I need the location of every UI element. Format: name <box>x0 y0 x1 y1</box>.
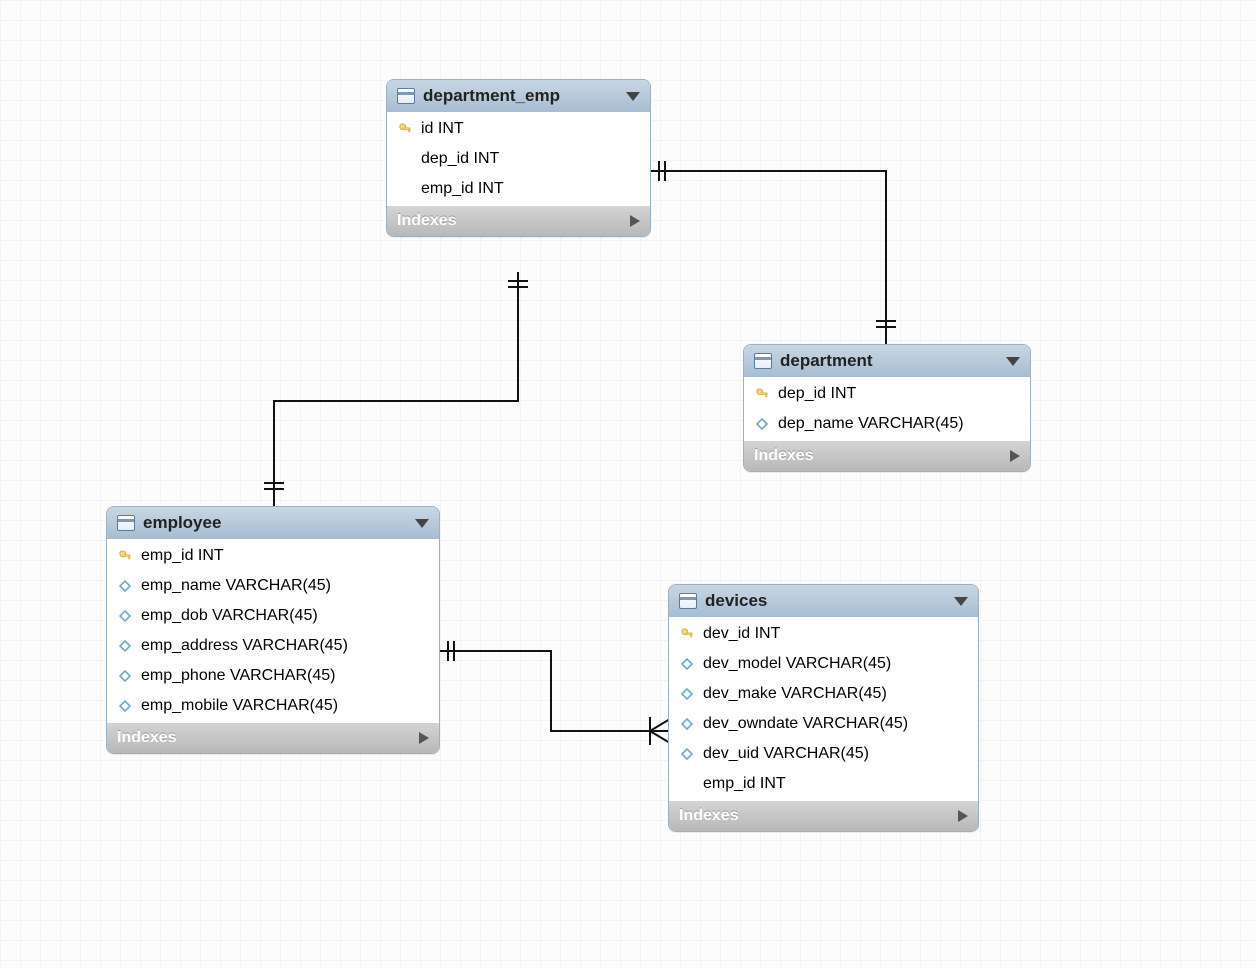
tick-employee-top <box>264 480 284 494</box>
column-icon <box>681 688 693 700</box>
indexes-section[interactable]: Indexes <box>107 723 439 753</box>
column-text: dep_id INT <box>421 149 499 169</box>
collapse-caret-icon[interactable] <box>415 519 429 528</box>
table-icon <box>117 515 135 531</box>
conn-emp-dev-v <box>550 650 552 730</box>
table-icon <box>754 353 772 369</box>
column-row[interactable]: emp_address VARCHAR(45) <box>107 631 439 661</box>
column-icon <box>756 418 768 430</box>
collapse-caret-icon[interactable] <box>1006 357 1020 366</box>
collapse-caret-icon[interactable] <box>626 92 640 101</box>
column-text: id INT <box>421 119 464 139</box>
column-text: dev_owndate VARCHAR(45) <box>703 714 908 734</box>
diagram-canvas[interactable]: department_empid INT dep_id INT emp_id INT… <box>0 0 1256 968</box>
entity-title: department <box>780 351 873 371</box>
column-icon <box>119 610 131 622</box>
indexes-section[interactable]: Indexes <box>669 801 978 831</box>
column-icon <box>119 580 131 592</box>
entity-title: employee <box>143 513 221 533</box>
indexes-section[interactable]: Indexes <box>744 441 1030 471</box>
expand-caret-icon[interactable] <box>419 732 429 744</box>
primary-key-icon <box>398 122 412 136</box>
column-row[interactable]: emp_id INT <box>107 541 439 571</box>
column-text: dev_model VARCHAR(45) <box>703 654 891 674</box>
entity-header[interactable]: department_emp <box>387 80 650 112</box>
column-row[interactable]: dep_name VARCHAR(45) <box>744 409 1030 439</box>
column-icon <box>681 658 693 670</box>
column-icon <box>681 718 693 730</box>
column-text: dev_id INT <box>703 624 780 644</box>
tick-depemp-right <box>656 161 670 181</box>
conn-depemp-employee-h <box>273 400 519 402</box>
table-icon <box>397 88 415 104</box>
column-row[interactable]: id INT <box>387 114 650 144</box>
column-icon <box>119 700 131 712</box>
column-row[interactable]: dep_id INT <box>387 144 650 174</box>
entity-header[interactable]: employee <box>107 507 439 539</box>
column-text: emp_id INT <box>141 546 224 566</box>
tick-depemp-bottom <box>508 278 528 292</box>
columns-list: id INT dep_id INT emp_id INT <box>387 112 650 206</box>
table-icon <box>679 593 697 609</box>
entity-department[interactable]: department dep_id INT dep_name VARCHAR(45)… <box>743 344 1031 472</box>
primary-key-icon <box>755 387 769 401</box>
column-text: dep_name VARCHAR(45) <box>778 414 964 434</box>
entity-header[interactable]: devices <box>669 585 978 617</box>
column-row[interactable]: dep_id INT <box>744 379 1030 409</box>
entity-title: devices <box>705 591 767 611</box>
entity-department-emp[interactable]: department_empid INT dep_id INT emp_id INT… <box>386 79 651 237</box>
columns-list: emp_id INT emp_name VARCHAR(45) emp_dob VA… <box>107 539 439 723</box>
primary-key-icon <box>118 549 132 563</box>
column-text: emp_name VARCHAR(45) <box>141 576 331 596</box>
column-text: dev_uid VARCHAR(45) <box>703 744 869 764</box>
tick-employee-right <box>445 641 459 661</box>
crowfoot-devices <box>646 717 670 745</box>
column-icon <box>119 640 131 652</box>
column-row[interactable]: emp_id INT <box>669 769 978 799</box>
column-text: dep_id INT <box>778 384 856 404</box>
column-icon <box>119 670 131 682</box>
column-row[interactable]: emp_name VARCHAR(45) <box>107 571 439 601</box>
entity-devices[interactable]: devicesdev_id INTdev_model VARCHAR(45)de… <box>668 584 979 832</box>
indexes-label: Indexes <box>679 807 739 825</box>
column-text: dev_make VARCHAR(45) <box>703 684 887 704</box>
entity-title: department_emp <box>423 86 560 106</box>
indexes-label: Indexes <box>397 212 457 230</box>
column-icon <box>681 748 693 760</box>
collapse-caret-icon[interactable] <box>954 597 968 606</box>
indexes-section[interactable]: Indexes <box>387 206 650 236</box>
conn-depemp-department <box>649 170 885 172</box>
column-text: emp_id INT <box>703 774 786 794</box>
column-row[interactable]: dev_owndate VARCHAR(45) <box>669 709 978 739</box>
column-row[interactable]: dev_model VARCHAR(45) <box>669 649 978 679</box>
columns-list: dep_id INT dep_name VARCHAR(45) <box>744 377 1030 441</box>
column-row[interactable]: dev_uid VARCHAR(45) <box>669 739 978 769</box>
indexes-label: Indexes <box>117 729 177 747</box>
column-text: emp_dob VARCHAR(45) <box>141 606 318 626</box>
column-text: emp_id INT <box>421 179 504 199</box>
column-row[interactable]: emp_dob VARCHAR(45) <box>107 601 439 631</box>
column-row[interactable]: emp_phone VARCHAR(45) <box>107 661 439 691</box>
column-text: emp_phone VARCHAR(45) <box>141 666 335 686</box>
column-row[interactable]: emp_id INT <box>387 174 650 204</box>
expand-caret-icon[interactable] <box>958 810 968 822</box>
primary-key-icon <box>680 627 694 641</box>
columns-list: dev_id INT dev_model VARCHAR(45) dev_make … <box>669 617 978 801</box>
indexes-label: Indexes <box>754 447 814 465</box>
expand-caret-icon[interactable] <box>630 215 640 227</box>
column-row[interactable]: dev_make VARCHAR(45) <box>669 679 978 709</box>
column-row[interactable]: emp_mobile VARCHAR(45) <box>107 691 439 721</box>
entity-employee[interactable]: employeeemp_id INTemp_name VARCHAR(45)em… <box>106 506 440 754</box>
column-text: emp_address VARCHAR(45) <box>141 636 348 656</box>
entity-header[interactable]: department <box>744 345 1030 377</box>
column-row[interactable]: dev_id INT <box>669 619 978 649</box>
column-text: emp_mobile VARCHAR(45) <box>141 696 338 716</box>
expand-caret-icon[interactable] <box>1010 450 1020 462</box>
tick-department-top <box>876 318 896 332</box>
